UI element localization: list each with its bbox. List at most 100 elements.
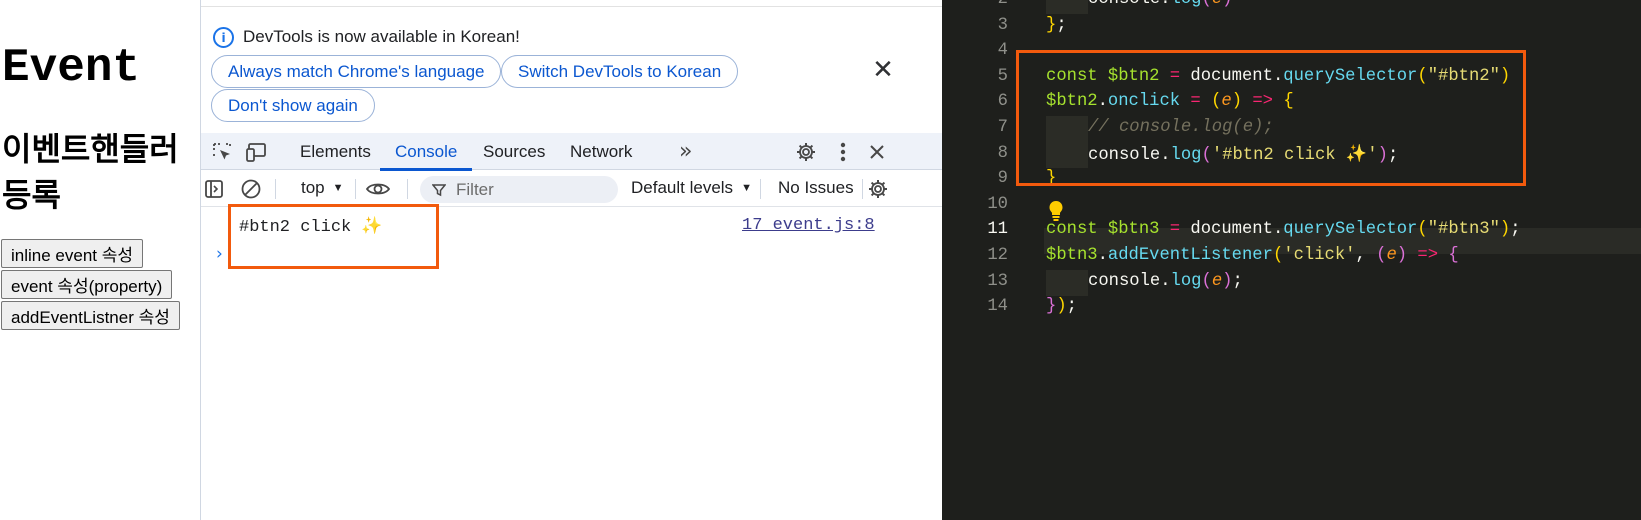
source-link[interactable]: 17_event.js:8 xyxy=(742,216,875,235)
inspect-element-icon[interactable] xyxy=(209,139,235,165)
console-prompt-icon[interactable]: › xyxy=(216,244,223,264)
filter-icon xyxy=(432,183,446,196)
line-number: 14 xyxy=(987,297,1008,317)
code-token: document xyxy=(1190,220,1273,240)
tab-console[interactable]: Console xyxy=(380,133,473,171)
console-output: #btn2 click ✨ 17_event.js:8 › xyxy=(201,204,942,520)
tab-network[interactable]: Network xyxy=(555,133,647,170)
code-token: console xyxy=(1088,0,1160,9)
code-token: ; xyxy=(1510,220,1521,240)
code-token: ) xyxy=(1396,246,1408,265)
indent-guide xyxy=(1046,0,1088,14)
code-token: ( xyxy=(1272,246,1284,265)
line-number: 7 xyxy=(997,118,1008,137)
add-event-listener-button[interactable]: addEventListner 속성 xyxy=(1,301,180,330)
notice-text: DevTools is now available in Korean! xyxy=(243,27,520,46)
toolbar-divider xyxy=(275,179,276,199)
code-token: log xyxy=(1170,271,1202,291)
devtools-panel: i DevTools is now available in Korean! A… xyxy=(201,7,942,520)
levels-label: Default levels xyxy=(631,178,734,197)
clear-console-icon[interactable] xyxy=(238,176,264,202)
devtools-tabbar: Elements Console Sources Network » xyxy=(201,133,942,171)
code-token: = xyxy=(1159,220,1191,240)
toolbar-divider xyxy=(760,179,761,199)
line-number: 4 xyxy=(997,41,1008,61)
code-token: ( xyxy=(1417,220,1428,240)
code-token: ) xyxy=(1499,220,1511,240)
console-toolbar: top ▼ Filter Default levels ▼ No Issues xyxy=(201,171,942,207)
sidebar-toggle-icon[interactable] xyxy=(201,176,227,202)
code-token: ( xyxy=(1201,0,1211,9)
code-line[interactable]: const $btn3 = document.querySelector("#b… xyxy=(1046,220,1521,239)
close-devtools-icon[interactable] xyxy=(864,139,890,165)
code-line[interactable]: }); xyxy=(1046,297,1077,316)
code-token: ) xyxy=(1222,0,1232,9)
code-token: e xyxy=(1212,0,1222,9)
tab-elements[interactable]: Elements xyxy=(285,133,386,170)
code-token: . xyxy=(1160,271,1171,291)
code-line[interactable]: console.log(e) xyxy=(1088,0,1232,9)
inline-event-button[interactable]: inline event 속성 xyxy=(1,239,144,268)
highlight-box xyxy=(228,204,439,269)
code-token: querySelector xyxy=(1283,220,1418,240)
line-number: 3 xyxy=(997,15,1008,35)
code-token: ; xyxy=(1066,297,1077,317)
switch-korean-button[interactable]: Switch DevTools to Korean xyxy=(501,55,739,88)
line-number: 5 xyxy=(997,66,1008,86)
rendered-page: Event 이벤트핸들러 등록 inline event 속성 event 속성… xyxy=(0,0,201,520)
code-token: . xyxy=(1272,220,1284,240)
line-number: 8 xyxy=(997,143,1008,163)
line-number: 9 xyxy=(997,169,1008,189)
more-options-icon[interactable] xyxy=(830,139,856,165)
more-tabs-icon[interactable]: » xyxy=(679,139,692,164)
code-token: $btn3 xyxy=(1046,246,1098,265)
code-line[interactable]: }; xyxy=(1046,16,1067,35)
context-select[interactable]: top ▼ xyxy=(301,178,344,198)
settings-icon[interactable] xyxy=(793,139,819,165)
filter-input[interactable]: Filter xyxy=(420,176,618,203)
line-number: 10 xyxy=(987,194,1008,214)
tab-sources[interactable]: Sources xyxy=(468,133,560,170)
code-token: => xyxy=(1407,246,1449,265)
code-token: ( xyxy=(1201,271,1212,291)
indent-guide xyxy=(1046,269,1088,296)
code-token: const xyxy=(1046,220,1108,240)
code-token: { xyxy=(1448,246,1459,265)
code-token: } xyxy=(1046,297,1057,317)
lightbulb-icon[interactable] xyxy=(1048,200,1064,222)
chevron-down-icon: ▼ xyxy=(332,182,344,194)
device-toggle-icon[interactable] xyxy=(244,139,270,165)
code-token: ; xyxy=(1056,15,1067,35)
code-token: 'click' xyxy=(1283,246,1356,265)
dont-show-again-button[interactable]: Don't show again xyxy=(211,89,375,122)
chevron-down-icon: ▼ xyxy=(741,182,752,194)
code-token: } xyxy=(1046,15,1057,35)
line-number: 13 xyxy=(987,271,1008,291)
code-token: $btn3 xyxy=(1107,220,1160,240)
event-property-button[interactable]: event 속성(property) xyxy=(1,270,173,299)
console-settings-icon[interactable] xyxy=(865,176,891,202)
issues-count[interactable]: No Issues xyxy=(778,178,854,198)
toolbar-divider xyxy=(355,179,356,199)
filter-placeholder: Filter xyxy=(456,179,494,199)
highlight-box xyxy=(1016,50,1526,186)
code-token: , xyxy=(1355,246,1377,265)
close-icon[interactable]: ✕ xyxy=(871,57,895,83)
code-token: ) xyxy=(1222,271,1233,291)
line-number: 6 xyxy=(997,92,1008,112)
log-levels-select[interactable]: Default levels ▼ xyxy=(631,178,752,198)
code-token: "#btn3" xyxy=(1427,220,1500,240)
match-language-button[interactable]: Always match Chrome's language xyxy=(211,55,502,88)
code-token: e xyxy=(1386,246,1397,265)
code-token: ; xyxy=(1232,271,1243,291)
toolbar-divider xyxy=(407,179,408,199)
code-editor: 2console.log(e)3};45const $btn2 = docume… xyxy=(942,0,1641,520)
page-title: Event xyxy=(2,42,141,94)
code-line[interactable]: $btn3.addEventListener('click', (e) => { xyxy=(1046,246,1459,265)
code-line[interactable]: console.log(e); xyxy=(1088,272,1243,291)
code-token: e xyxy=(1211,271,1223,291)
line-number: 12 xyxy=(987,246,1008,265)
eye-icon[interactable] xyxy=(363,176,393,202)
info-icon: i xyxy=(213,27,234,48)
code-token: log xyxy=(1171,0,1202,9)
